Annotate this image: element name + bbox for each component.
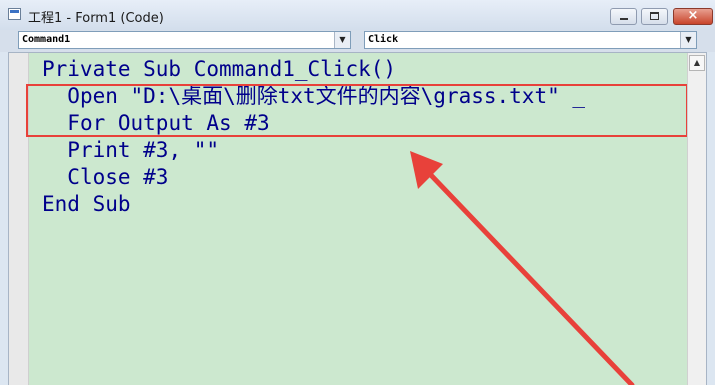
annotation-arrow-shaft bbox=[425, 169, 635, 385]
annotation-arrow bbox=[410, 151, 635, 385]
